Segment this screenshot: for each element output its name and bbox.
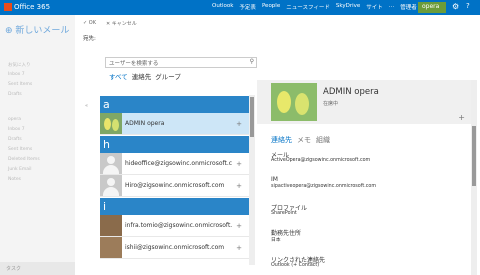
contact-photo <box>271 83 317 121</box>
filter-tabs: すべて 連絡先 グループ <box>109 71 181 81</box>
gear-icon[interactable]: ⚙ <box>452 2 459 11</box>
office-logo-icon <box>4 3 12 11</box>
contact-detail-pane: ADMIN opera 在席中 + 連絡先 メモ 組織 メール ActiveOp… <box>257 80 477 275</box>
filter-groups[interactable]: グループ <box>155 71 181 81</box>
avatar <box>100 153 122 174</box>
contact-row[interactable]: infra.tomio@zigsowinc.onmicrosoft.cc + <box>100 215 250 237</box>
dialog-toolbar: ✓ OK ✕ キャンセル <box>83 20 137 27</box>
folder-junk[interactable]: Junk Email <box>8 167 32 172</box>
avatar <box>100 113 122 134</box>
help-icon[interactable]: ? <box>466 2 470 10</box>
folder-inbox-fav[interactable]: Inbox 7 <box>8 72 25 77</box>
ok-button[interactable]: ✓ OK <box>83 20 96 27</box>
nav-outlook[interactable]: Outlook <box>212 3 233 11</box>
search-input[interactable]: ユーザーを検索する ⚲ <box>105 57 257 68</box>
contact-row[interactable]: ADMIN opera + <box>100 113 250 135</box>
avatar-head <box>107 156 115 164</box>
letter-header-h[interactable]: h <box>100 135 250 153</box>
filter-contacts[interactable]: 連絡先 <box>132 71 152 81</box>
add-contact-icon[interactable]: + <box>236 222 242 230</box>
contact-list-scrollbar[interactable] <box>249 95 255 265</box>
contact-name: Hiro@zigsowinc.onmicrosoft.com <box>125 182 225 189</box>
im-label: IM <box>271 176 278 183</box>
folder-sent-fav[interactable]: Sent Items <box>8 82 32 87</box>
folder-pane: ⊕ 新しいメール お気に入り Inbox 7 Sent Items Drafts… <box>0 15 75 265</box>
tasks-link[interactable]: タスク <box>0 262 75 275</box>
nav-sites[interactable]: サイト <box>366 3 383 11</box>
scrollbar-thumb[interactable] <box>472 126 476 186</box>
bird-shape <box>277 91 291 113</box>
avatar <box>100 215 122 236</box>
nav-people[interactable]: People <box>262 3 280 11</box>
top-nav: Outlook 予定表 People ニュースフィード SkyDrive サイト… <box>212 3 417 11</box>
folder-notes[interactable]: Notes <box>8 177 21 182</box>
add-contact-icon[interactable]: + <box>236 244 242 252</box>
tab-notes[interactable]: メモ <box>297 135 311 145</box>
profile-value[interactable]: SharePoint <box>271 211 297 216</box>
detail-header: ADMIN opera 在席中 + <box>257 80 477 124</box>
folder-drafts[interactable]: Drafts <box>8 137 22 142</box>
search-placeholder: ユーザーを検索する <box>109 61 159 67</box>
contact-name: infra.tomio@zigsowinc.onmicrosoft.cc <box>125 222 232 229</box>
folder-favorites[interactable]: お気に入り <box>8 62 31 68</box>
email-value[interactable]: ActiveOpera@zigsowinc.onmicrosoft.com <box>271 158 370 163</box>
tab-organization[interactable]: 組織 <box>316 135 330 145</box>
contact-list: a ADMIN opera + h hideoffice@zigsowinc.o… <box>100 95 250 275</box>
add-contact-icon[interactable]: + <box>236 182 242 190</box>
letter-header-a[interactable]: a <box>100 95 250 113</box>
folder-deleted[interactable]: Deleted Items <box>8 157 40 162</box>
folder-drafts-fav[interactable]: Drafts <box>8 92 22 97</box>
detail-contact-name: ADMIN opera <box>323 87 379 97</box>
nav-skydrive[interactable]: SkyDrive <box>336 3 360 11</box>
contact-row[interactable]: Hiro@zigsowinc.onmicrosoft.com + <box>100 175 250 197</box>
folder-inbox[interactable]: Inbox 7 <box>8 127 25 132</box>
bird-shape <box>112 119 119 131</box>
contact-name: ishii@zigsowinc.onmicrosoft.com <box>125 244 225 251</box>
nav-calendar[interactable]: 予定表 <box>239 3 256 11</box>
to-label: 宛先: <box>83 36 96 42</box>
avatar <box>100 237 122 258</box>
work-address-value: 日本 <box>271 238 281 243</box>
collapse-icon[interactable]: « <box>85 103 88 109</box>
detail-tabs: 連絡先 メモ 組織 <box>271 135 330 145</box>
nav-newsfeed[interactable]: ニュースフィード <box>286 3 330 11</box>
presence-status: 在席中 <box>323 101 339 107</box>
letter-header-i[interactable]: i <box>100 197 250 215</box>
contact-row[interactable]: hideoffice@zigsowinc.onmicrosoft.co + <box>100 153 250 175</box>
cancel-button[interactable]: ✕ キャンセル <box>106 20 137 27</box>
add-contact-icon[interactable]: + <box>236 120 242 128</box>
filter-all[interactable]: すべて <box>109 71 128 81</box>
bird-shape <box>104 118 111 130</box>
avatar-body <box>103 187 119 196</box>
avatar-head <box>107 178 115 186</box>
linked-contacts-value[interactable]: Outlook (+ Contact) <box>271 263 319 268</box>
im-value[interactable]: sipactiveopera@zigsowinc.onmicrosoft.com <box>271 184 376 189</box>
add-contact-icon[interactable]: + <box>236 160 242 168</box>
new-mail-button[interactable]: ⊕ 新しいメール <box>5 23 69 36</box>
nav-more[interactable]: … <box>389 3 395 11</box>
add-to-recipients-icon[interactable]: + <box>458 113 465 122</box>
bird-shape <box>295 93 309 115</box>
scrollbar-thumb[interactable] <box>250 97 254 137</box>
folder-account[interactable]: opera <box>8 117 21 122</box>
avatar <box>100 175 122 196</box>
search-icon[interactable]: ⚲ <box>250 58 254 65</box>
top-bar: Office 365 Outlook 予定表 People ニュースフィード S… <box>0 0 480 15</box>
folder-sent[interactable]: Sent Items <box>8 147 32 152</box>
brand[interactable]: Office 365 <box>4 3 50 11</box>
contact-name: hideoffice@zigsowinc.onmicrosoft.co <box>125 160 232 167</box>
user-menu[interactable]: opera <box>418 2 446 13</box>
brand-label: Office 365 <box>14 3 51 11</box>
detail-scrollbar[interactable] <box>471 80 477 275</box>
nav-admin[interactable]: 管理者 <box>400 3 417 11</box>
contact-name: ADMIN opera <box>125 120 165 127</box>
avatar-body <box>103 165 119 174</box>
tab-contact[interactable]: 連絡先 <box>271 135 292 145</box>
contact-row[interactable]: ishii@zigsowinc.onmicrosoft.com + <box>100 237 250 259</box>
